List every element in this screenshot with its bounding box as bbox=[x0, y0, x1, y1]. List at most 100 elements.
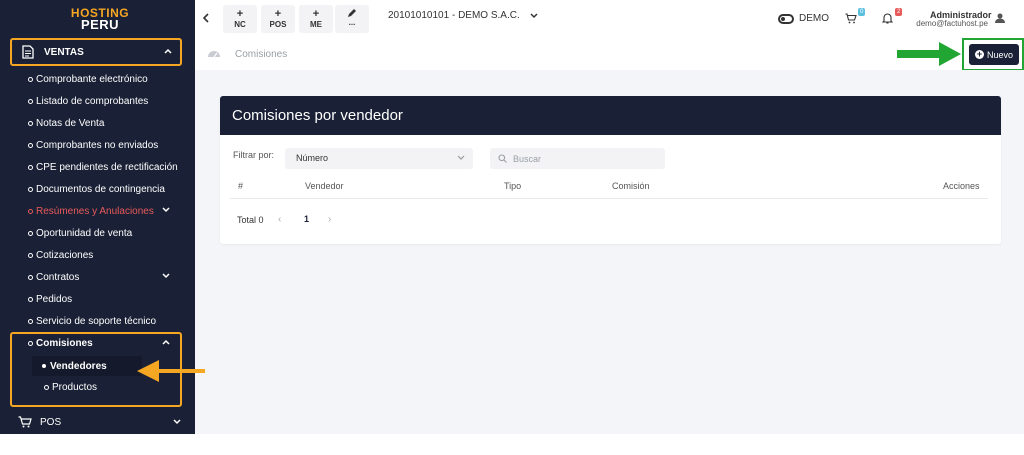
company-name: 20101010101 - DEMO S.A.C. bbox=[388, 10, 520, 21]
chevron-left-icon[interactable] bbox=[203, 13, 209, 23]
sidebar-item-label: Oportunidad de venta bbox=[36, 228, 133, 239]
sidebar-item-soporte-tecnico[interactable]: Servicio de soporte técnico bbox=[28, 316, 156, 327]
user-avatar-icon[interactable] bbox=[994, 12, 1006, 24]
circle-icon bbox=[28, 275, 33, 280]
cart-icon bbox=[18, 416, 32, 428]
sidebar-item-resumenes-anulaciones[interactable]: Resúmenes y Anulaciones bbox=[28, 206, 170, 217]
circle-icon bbox=[28, 77, 33, 82]
chevron-down-icon bbox=[530, 12, 538, 18]
nuevo-highlight: + Nuevo bbox=[962, 38, 1024, 71]
sidebar-item-label: POS bbox=[40, 416, 62, 428]
circle-icon bbox=[28, 341, 33, 346]
filter-label: Filtrar por: bbox=[233, 150, 275, 160]
sidebar-item-label: Comprobante electrónico bbox=[36, 74, 148, 85]
demo-label: DEMO bbox=[799, 13, 829, 24]
filter-select[interactable]: Número bbox=[285, 148, 473, 169]
sidebar-item-cotizaciones[interactable]: Cotizaciones bbox=[28, 250, 93, 261]
nuevo-button[interactable]: + Nuevo bbox=[969, 44, 1019, 65]
sidebar-item-comisiones[interactable]: Comisiones bbox=[28, 338, 170, 349]
sidebar-item-label: Notas de Venta bbox=[36, 118, 105, 129]
circle-icon bbox=[44, 385, 49, 390]
column-header-comision: Comisión bbox=[612, 181, 650, 191]
sidebar-subitem-label: Productos bbox=[52, 382, 98, 393]
sidebar-item-label: Documentos de contingencia bbox=[36, 184, 165, 195]
circle-icon bbox=[28, 187, 33, 192]
cart-badge: 0 bbox=[858, 8, 866, 16]
column-header-vendedor: Vendedor bbox=[305, 181, 344, 191]
comisiones-card: Comisiones por vendedor Filtrar por: Núm… bbox=[220, 96, 1001, 244]
sidebar-item-pedidos[interactable]: Pedidos bbox=[28, 294, 72, 305]
pagination-prev-icon[interactable]: ‹ bbox=[278, 214, 281, 225]
new-pos-button[interactable]: + POS bbox=[261, 5, 295, 33]
circle-icon bbox=[28, 99, 33, 104]
column-header-tipo: Tipo bbox=[504, 181, 522, 191]
card-title: Comisiones por vendedor bbox=[232, 107, 403, 124]
demo-toggle[interactable]: DEMO bbox=[778, 13, 829, 24]
sidebar-item-comprobantes-no-enviados[interactable]: Comprobantes no enviados bbox=[28, 140, 158, 151]
new-nc-button[interactable]: + NC bbox=[223, 5, 257, 33]
bell-icon[interactable] bbox=[882, 12, 893, 24]
pagination-page[interactable]: 1 bbox=[304, 214, 309, 224]
new-me-button[interactable]: + ME bbox=[299, 5, 333, 33]
user-email: demo@factuhost.pe bbox=[916, 19, 988, 28]
chevron-down-icon bbox=[162, 273, 170, 279]
circle-icon bbox=[28, 143, 33, 148]
column-header-index: # bbox=[238, 181, 244, 191]
sidebar-subitem-vendedores[interactable]: Vendedores bbox=[32, 356, 142, 376]
sidebar-item-label: Contratos bbox=[36, 272, 80, 283]
button-label: ... bbox=[348, 18, 356, 27]
sidebar-subitem-productos[interactable]: Productos bbox=[44, 382, 97, 393]
toggle-icon bbox=[778, 13, 794, 24]
card-header: Comisiones por vendedor bbox=[220, 96, 1001, 135]
logo: HOSTING PERU bbox=[65, 7, 135, 31]
sidebar-section-ventas-label: VENTAS bbox=[44, 46, 84, 58]
sidebar-item-comprobante-electronico[interactable]: Comprobante electrónico bbox=[28, 74, 148, 85]
search-input[interactable]: Buscar bbox=[490, 148, 665, 169]
plus-icon: + bbox=[312, 8, 320, 20]
sidebar-item-listado-comprobantes[interactable]: Listado de comprobantes bbox=[28, 96, 148, 107]
circle-icon bbox=[28, 121, 33, 126]
sidebar-item-oportunidad-venta[interactable]: Oportunidad de venta bbox=[28, 228, 132, 239]
chevron-down-icon bbox=[457, 155, 465, 160]
sidebar-item-label: Pedidos bbox=[36, 294, 73, 305]
pagination-next-icon[interactable]: › bbox=[328, 214, 331, 225]
sidebar-item-label: Resúmenes y Anulaciones bbox=[36, 206, 154, 217]
sidebar-item-pos[interactable]: POS bbox=[18, 416, 181, 428]
topbar: + NC + POS + ME ... 20101010101 - DEMO S.A.… bbox=[195, 0, 1024, 38]
annotation-arrow-orange-icon bbox=[137, 360, 205, 382]
nuevo-button-label: Nuevo bbox=[986, 49, 1013, 60]
sidebar-item-label: Listado de comprobantes bbox=[36, 96, 149, 107]
notification-badge: 2 bbox=[895, 8, 903, 16]
sidebar-item-cpe-pendientes[interactable]: CPE pendientes de rectificación bbox=[28, 162, 178, 173]
document-icon bbox=[22, 45, 34, 59]
logo-line2: PERU bbox=[80, 17, 120, 32]
annotation-arrow-green-icon bbox=[897, 42, 961, 66]
breadcrumb: Comisiones bbox=[235, 49, 288, 60]
chevron-down-icon bbox=[162, 207, 170, 213]
circle-icon bbox=[28, 165, 33, 170]
sidebar-item-documentos-contingencia[interactable]: Documentos de contingencia bbox=[28, 184, 165, 195]
bottom-strip bbox=[0, 434, 1024, 455]
more-button[interactable]: ... bbox=[335, 5, 369, 33]
sidebar-item-label: Cotizaciones bbox=[36, 250, 94, 261]
circle-icon bbox=[28, 297, 33, 302]
sidebar-item-label: Comprobantes no enviados bbox=[36, 140, 159, 151]
sidebar-subitem-label: Vendedores bbox=[50, 360, 107, 372]
total-count: Total 0 bbox=[237, 215, 264, 225]
filter-select-value: Número bbox=[296, 153, 329, 163]
cart-icon[interactable] bbox=[845, 13, 857, 24]
company-selector[interactable]: 20101010101 - DEMO S.A.C. bbox=[388, 10, 538, 21]
sidebar-item-contratos[interactable]: Contratos bbox=[28, 272, 170, 283]
dashboard-icon bbox=[208, 51, 220, 58]
sidebar-item-notas-venta[interactable]: Notas de Venta bbox=[28, 118, 104, 129]
sidebar-item-label: Servicio de soporte técnico bbox=[36, 316, 157, 327]
sidebar-section-ventas[interactable]: VENTAS bbox=[10, 38, 182, 66]
chevron-up-icon bbox=[164, 48, 172, 54]
sidebar-item-label: CPE pendientes de rectificación bbox=[36, 162, 178, 173]
circle-icon bbox=[28, 209, 33, 214]
chevron-up-icon bbox=[162, 339, 170, 345]
chevron-down-icon bbox=[173, 419, 181, 425]
button-label: ME bbox=[310, 20, 322, 29]
plus-icon: + bbox=[236, 8, 244, 20]
search-icon bbox=[498, 154, 507, 163]
